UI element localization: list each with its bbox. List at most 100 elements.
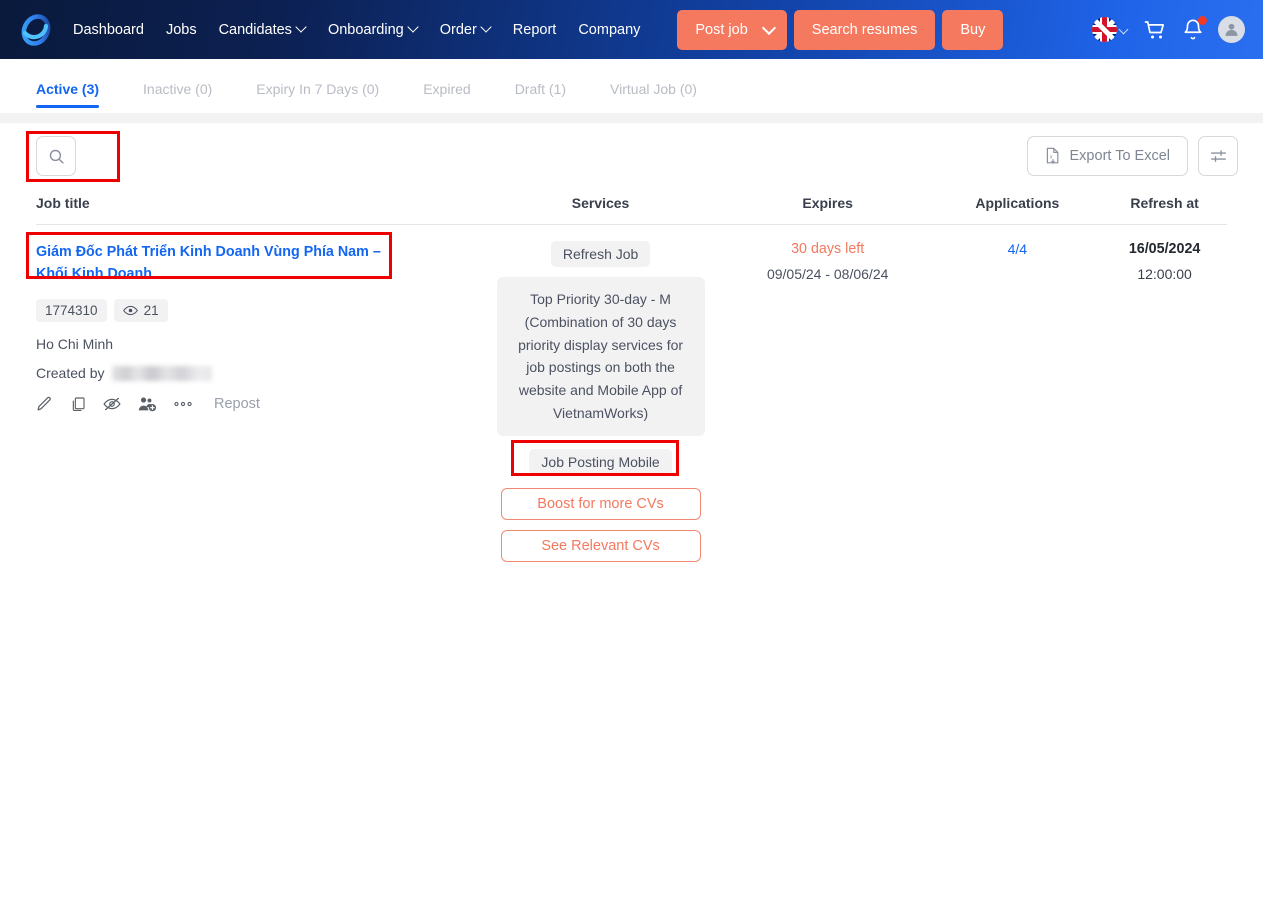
applications-count-link[interactable]: 4/4: [1008, 241, 1027, 257]
nav-item-dashboard[interactable]: Dashboard: [62, 16, 155, 44]
nav-item-candidates[interactable]: Candidates: [208, 16, 317, 44]
tab-label: Expiry In 7 Days (0): [256, 81, 380, 97]
search-resumes-label: Search resumes: [811, 21, 918, 38]
column-header-applications: Applications: [975, 195, 1060, 211]
nav-label: Order: [439, 21, 477, 38]
nav-item-company[interactable]: Company: [567, 16, 651, 44]
boost-for-more-cvs-button[interactable]: Boost for more CVs: [500, 487, 701, 520]
table-row: Giám Đốc Phát Triển Kinh Doanh Vùng Phía…: [26, 225, 1227, 562]
toolbar-right-group: x Export To Excel: [1026, 136, 1238, 176]
see-relevant-cvs-button[interactable]: See Relevant CVs: [500, 529, 701, 562]
nav-label: Dashboard: [73, 21, 144, 38]
nav-label: Onboarding: [327, 21, 404, 38]
created-by-value-redacted: [112, 365, 213, 381]
job-status-tabs: Active (3) Inactive (0) Expiry In 7 Days…: [0, 59, 1263, 182]
search-icon: [49, 149, 64, 164]
column-header-services: Services: [571, 195, 630, 211]
tab-virtual-job[interactable]: Virtual Job (0): [610, 81, 697, 113]
tab-active[interactable]: Active (3): [36, 81, 100, 113]
job-posting-mobile-chip: Job Posting Mobile: [529, 448, 672, 475]
filter-sliders-icon: [1210, 149, 1226, 162]
refresh-time: 12:00:00: [1137, 266, 1192, 282]
expires-cell: 30 days left 09/05/24 - 08/06/24: [723, 241, 933, 562]
search-button[interactable]: [36, 136, 76, 176]
section-divider: [0, 113, 1263, 123]
job-id-chip: 1774310: [36, 299, 107, 323]
uk-flag-icon: [1092, 17, 1117, 42]
filter-button[interactable]: [1198, 136, 1238, 176]
column-header-job-title: Job title: [36, 195, 90, 211]
export-to-excel-button[interactable]: x Export To Excel: [1026, 136, 1188, 176]
copy-duplicate-icon: [72, 397, 85, 411]
applications-cell: 4/4: [933, 241, 1103, 562]
column-header-expires: Expires: [802, 195, 853, 211]
chevron-down-icon: [409, 23, 418, 32]
edit-job-button[interactable]: [36, 395, 53, 412]
add-candidate-button[interactable]: [138, 396, 157, 412]
tab-inactive[interactable]: Inactive (0): [143, 81, 212, 113]
tab-expiry-in-7-days[interactable]: Expiry In 7 Days (0): [256, 81, 379, 113]
buy-button[interactable]: Buy: [942, 9, 1004, 50]
nav-item-jobs[interactable]: Jobs: [155, 16, 208, 44]
search-resumes-button[interactable]: Search resumes: [793, 9, 936, 50]
job-created-by: Created by: [36, 365, 458, 381]
chevron-down-icon: [764, 23, 773, 32]
chevron-down-icon: [1120, 26, 1129, 35]
job-title-link[interactable]: Giám Đốc Phát Triển Kinh Doanh Vùng Phía…: [36, 241, 384, 285]
expiry-date-range: 09/05/24 - 08/06/24: [766, 266, 889, 282]
views-count: 21: [143, 303, 159, 319]
user-avatar[interactable]: [1218, 16, 1245, 43]
job-location: Ho Chi Minh: [36, 336, 114, 353]
export-label: Export To Excel: [1069, 148, 1170, 164]
active-tab-underline: [36, 105, 100, 108]
cart-button[interactable]: [1143, 18, 1168, 42]
primary-nav-links: Dashboard Jobs Candidates Onboarding Ord…: [62, 16, 651, 44]
chevron-down-icon: [297, 23, 306, 32]
pencil-edit-icon: [37, 397, 51, 411]
nav-label: Candidates: [218, 21, 292, 38]
nav-item-order[interactable]: Order: [429, 16, 502, 44]
language-selector[interactable]: [1092, 17, 1129, 42]
hide-job-button[interactable]: [103, 397, 121, 411]
notification-badge: [1198, 16, 1207, 25]
notifications-button[interactable]: [1182, 16, 1207, 41]
nav-label: Jobs: [165, 21, 197, 38]
job-meta-chips: 1774310 21: [36, 299, 458, 323]
nav-item-report[interactable]: Report: [502, 16, 568, 44]
job-title-cell: Giám Đốc Phát Triển Kinh Doanh Vùng Phía…: [26, 232, 478, 562]
more-dots-icon: [174, 401, 192, 406]
chevron-down-icon: [482, 23, 491, 32]
eye-icon: [122, 306, 138, 316]
duplicate-job-button[interactable]: [70, 396, 86, 412]
add-candidate-icon: [138, 397, 157, 412]
repost-button[interactable]: Repost: [214, 396, 260, 412]
job-posting-mobile-wrap: Job Posting Mobile: [511, 439, 680, 478]
days-left-text: 30 days left: [791, 241, 865, 257]
vietnamworks-ring-logo-icon: [21, 13, 51, 46]
header-action-buttons: Post job Search resumes Buy: [677, 9, 1004, 50]
list-toolbar: x Export To Excel: [0, 123, 1263, 189]
top-navigation-bar: Dashboard Jobs Candidates Onboarding Ord…: [0, 0, 1263, 59]
column-header-refresh-at: Refresh at: [1130, 195, 1199, 211]
more-actions-button[interactable]: [174, 401, 192, 407]
nav-item-onboarding[interactable]: Onboarding: [317, 16, 429, 44]
tab-label: Active (3): [36, 81, 100, 97]
post-job-button[interactable]: Post job: [677, 9, 787, 50]
jobs-table: Job title Services Expires Applications …: [0, 189, 1263, 562]
nav-label: Report: [512, 21, 557, 38]
svg-text:x: x: [1049, 154, 1052, 160]
tab-expired[interactable]: Expired: [423, 81, 470, 113]
tab-label: Draft (1): [514, 81, 567, 97]
shopping-cart-icon: [1144, 20, 1165, 38]
app-logo[interactable]: [14, 10, 58, 50]
post-job-label: Post job: [695, 21, 748, 38]
tab-label: Expired: [423, 81, 471, 97]
job-views-chip: 21: [113, 299, 168, 323]
user-avatar-icon: [1225, 23, 1238, 36]
tab-label: Inactive (0): [143, 81, 213, 97]
tab-label: Virtual Job (0): [610, 81, 697, 97]
refresh-job-chip: Refresh Job: [550, 241, 651, 267]
refresh-date: 16/05/2024: [1128, 241, 1201, 257]
tab-draft[interactable]: Draft (1): [515, 81, 566, 113]
buy-label: Buy: [960, 21, 986, 38]
